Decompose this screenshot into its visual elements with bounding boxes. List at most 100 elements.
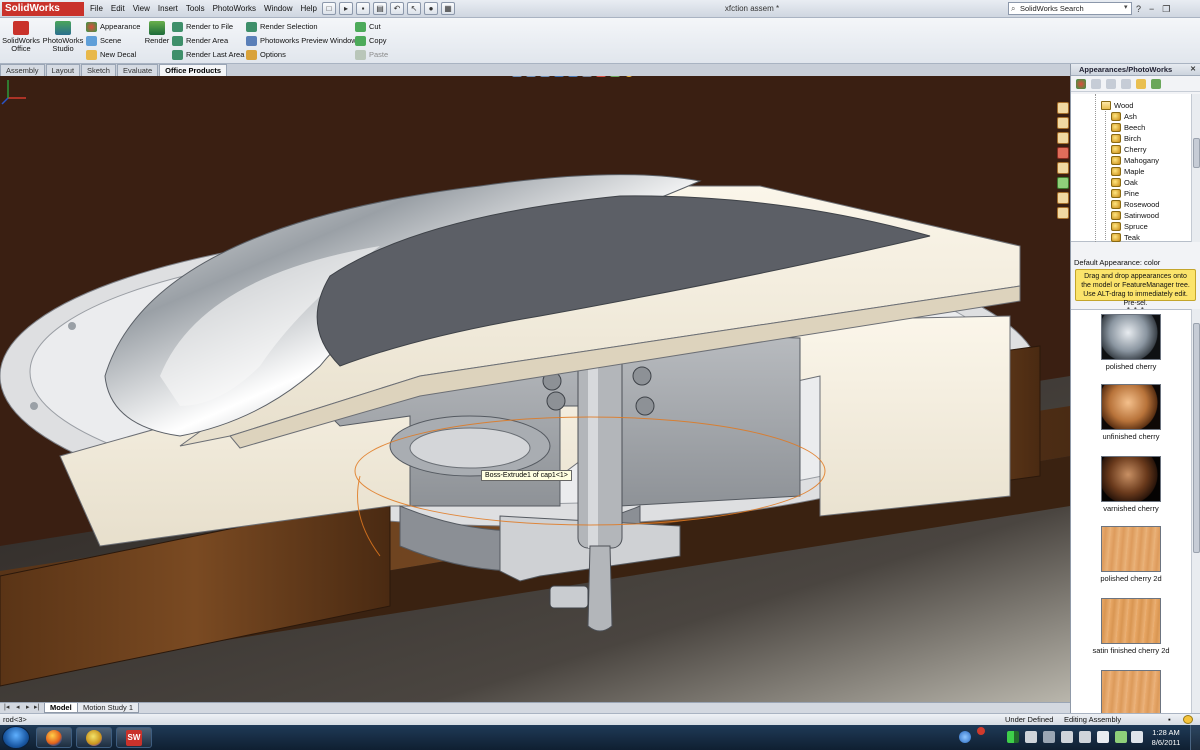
taskbar-solidworks[interactable]: SW (116, 727, 152, 748)
last-tab-icon[interactable]: ▸| (34, 703, 39, 713)
new-document-icon[interactable]: □ (322, 2, 336, 15)
tree-item-pine[interactable]: Pine (1111, 188, 1139, 199)
view-settings-icon[interactable] (624, 76, 634, 77)
tab-model[interactable]: Model (44, 703, 78, 713)
solidworks-resources-icon[interactable] (1057, 102, 1069, 114)
first-tab-icon[interactable]: |◂ (4, 703, 9, 713)
render-area-button[interactable]: Render Area (172, 35, 228, 47)
network-globe-icon[interactable] (959, 731, 971, 743)
options-button[interactable]: Options (246, 49, 286, 61)
graphics-viewport[interactable]: Boss-Extrude1 of cap1<1> (0, 76, 1070, 702)
action-center-icon[interactable] (1131, 731, 1143, 743)
custom-properties-icon[interactable] (1057, 192, 1069, 204)
taskbar-messenger[interactable] (76, 727, 112, 748)
swatch-satin-finished-cherry-2d[interactable]: satin finished cherry 2d (1071, 598, 1191, 656)
save-icon[interactable]: ▪ (356, 2, 370, 15)
search-input[interactable]: ⌕ SolidWorks Search (1008, 2, 1132, 15)
preview-window-button[interactable]: Photoworks Preview Window (246, 35, 357, 47)
minimize-icon[interactable]: − (1149, 1, 1154, 17)
swatch-unfinished-cherry[interactable]: unfinished cherry (1071, 384, 1191, 442)
swatch-scroll-thumb[interactable] (1193, 323, 1200, 553)
next-tab-icon[interactable]: ▸ (26, 703, 30, 713)
render-last-area-button[interactable]: Render Last Area (172, 49, 244, 61)
document-recovery-icon[interactable] (1057, 207, 1069, 219)
menu-insert[interactable]: Insert (154, 0, 182, 18)
display-style-icon[interactable] (582, 76, 592, 77)
print-icon[interactable]: ▤ (373, 2, 387, 15)
render-button[interactable]: Render (144, 21, 170, 45)
menu-file[interactable]: File (86, 0, 107, 18)
back-icon[interactable] (1091, 79, 1101, 89)
appearances-tab-icon[interactable] (1057, 177, 1069, 189)
solidworks-office-button[interactable]: SolidWorks Office (2, 21, 40, 53)
volume-icon[interactable] (1097, 731, 1109, 743)
cut-button[interactable]: Cut (355, 21, 381, 33)
tree-item-mahogany[interactable]: Mahogany (1111, 155, 1159, 166)
undo-icon[interactable]: ↶ (390, 2, 404, 15)
security-icon[interactable] (1115, 731, 1127, 743)
tab-layout[interactable]: Layout (45, 64, 81, 76)
menu-help[interactable]: Help (296, 0, 320, 18)
view-orientation-icon[interactable] (568, 76, 578, 77)
swatch-polished-cherry[interactable]: polished cherry (1071, 314, 1191, 372)
render-selection-button[interactable]: Render Selection (246, 21, 318, 33)
menu-tools[interactable]: Tools (182, 0, 209, 18)
view-palette-icon[interactable] (1057, 162, 1069, 174)
monitor-icon[interactable] (1025, 731, 1037, 743)
close-icon[interactable]: ✕ (1190, 64, 1196, 76)
tree-item-rosewood[interactable]: Rosewood (1111, 199, 1159, 210)
tree-item-ash[interactable]: Ash (1111, 111, 1137, 122)
tab-sketch[interactable]: Sketch (81, 64, 116, 76)
list-view-icon[interactable] (1121, 79, 1131, 89)
search-results-icon[interactable] (1057, 147, 1069, 159)
chevron-down-icon[interactable]: ▾ (1124, 3, 1128, 11)
tab-assembly[interactable]: Assembly (0, 64, 45, 76)
signal-strength-icon[interactable] (1007, 731, 1019, 743)
render-to-file-button[interactable]: Render to File (172, 21, 233, 33)
notification-badge-icon[interactable] (977, 727, 985, 735)
tree-item-satinwood[interactable]: Satinwood (1111, 210, 1159, 221)
refresh-icon[interactable] (1151, 79, 1161, 89)
tab-motion-study-1[interactable]: Motion Study 1 (77, 703, 140, 713)
new-decal-button[interactable]: New Decal (86, 49, 136, 61)
forward-icon[interactable] (1106, 79, 1116, 89)
edit-appearance-icon[interactable] (596, 76, 606, 77)
tree-item-maple[interactable]: Maple (1111, 166, 1144, 177)
rebuild-icon[interactable]: ● (424, 2, 438, 15)
appearance-button[interactable]: Appearance (86, 21, 140, 33)
options-icon[interactable]: ▦ (441, 2, 455, 15)
scene-button[interactable]: Scene (86, 35, 121, 47)
file-explorer-icon[interactable] (1057, 132, 1069, 144)
menu-photoworks[interactable]: PhotoWorks (209, 0, 260, 18)
zoom-area-icon[interactable] (526, 76, 536, 77)
paste-button[interactable]: Paste (355, 49, 388, 61)
design-library-icon[interactable] (1057, 117, 1069, 129)
copy-button[interactable]: Copy (355, 35, 387, 47)
swatch-polished-cherry-2d[interactable]: polished cherry 2d (1071, 526, 1191, 584)
open-folder-icon[interactable]: ▸ (339, 2, 353, 15)
menu-window[interactable]: Window (260, 0, 296, 18)
zoom-to-fit-icon[interactable] (512, 76, 522, 77)
tab-evaluate[interactable]: Evaluate (116, 64, 159, 76)
photoworks-studio-button[interactable]: PhotoWorks Studio (42, 21, 84, 53)
help-icon[interactable]: ? (1136, 1, 1141, 17)
tree-item-birch[interactable]: Birch (1111, 133, 1141, 144)
display-icon[interactable] (1043, 731, 1055, 743)
network-icon[interactable] (1079, 731, 1091, 743)
section-view-icon[interactable] (554, 76, 564, 77)
tree-item-teak[interactable]: Teak (1111, 232, 1140, 242)
menu-edit[interactable]: Edit (107, 0, 129, 18)
tree-item-cherry[interactable]: Cherry (1111, 144, 1147, 155)
swatch-scrollbar[interactable] (1191, 309, 1200, 713)
tree-scrollbar[interactable] (1191, 94, 1200, 242)
status-rebuild-icon[interactable]: ▪ (1168, 714, 1171, 725)
restore-icon[interactable]: ❐ (1162, 1, 1170, 17)
show-desktop-button[interactable] (1190, 725, 1200, 750)
tree-item-spruce[interactable]: Spruce (1111, 221, 1148, 232)
start-button-icon[interactable] (2, 726, 30, 749)
clock-time[interactable]: 1:28 AM (1146, 728, 1186, 737)
appearance-tab-icon[interactable] (1076, 79, 1086, 89)
taskbar-firefox[interactable] (36, 727, 72, 748)
help-bulb-icon[interactable] (1183, 715, 1193, 724)
tree-item-oak[interactable]: Oak (1111, 177, 1138, 188)
